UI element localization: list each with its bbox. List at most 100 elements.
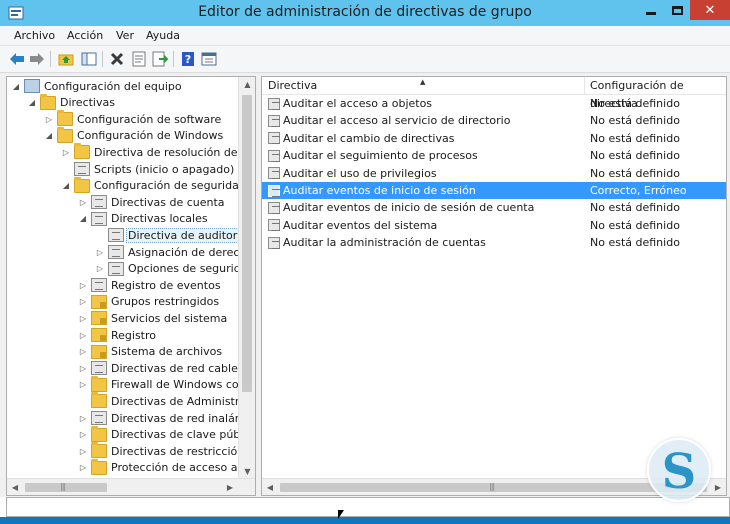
table-row[interactable]: Auditar eventos del sistema No está defin… xyxy=(262,217,726,234)
table-row[interactable]: Auditar el cambio de directivas No está d… xyxy=(262,130,726,147)
tree-item[interactable]: ▷ Directiva de resolución de no xyxy=(61,143,255,160)
expand-icon[interactable]: ▷ xyxy=(78,331,88,340)
tree-item[interactable]: ▷ Registro xyxy=(78,327,158,343)
table-row[interactable]: Auditar eventos de inicio de sesión Corre… xyxy=(262,182,726,199)
back-button[interactable] xyxy=(8,50,26,68)
scroll-right-icon[interactable]: ▶ xyxy=(222,479,238,495)
collapse-icon[interactable]: ◢ xyxy=(61,181,71,190)
tree-item[interactable]: ◢ Configuración de seguridad xyxy=(61,176,248,194)
tree-item[interactable]: ▷ Configuración de software xyxy=(44,110,223,127)
tree-item-label: Sistema de archivos xyxy=(111,345,223,359)
tree-item[interactable]: ▷ Asignación de derech xyxy=(95,244,248,260)
menu-ver[interactable]: Ver xyxy=(116,29,134,42)
site-logo: S xyxy=(647,438,711,502)
tree-item[interactable]: ◢ Directivas xyxy=(27,93,117,111)
expand-icon[interactable]: ▷ xyxy=(44,115,54,124)
tree-item[interactable]: ▷ Opciones de segurida xyxy=(95,261,249,277)
scroll-grip-icon: ||| xyxy=(60,482,66,491)
policy-name: Auditar el uso de privilegios xyxy=(283,166,437,180)
tree-item[interactable]: ▷ Directivas de restricción d xyxy=(78,442,255,459)
expand-icon[interactable]: ▷ xyxy=(95,248,105,257)
policy-name: Auditar eventos del sistema xyxy=(283,218,438,232)
tree-item[interactable]: ▷ Directivas de clave públic xyxy=(78,425,254,443)
expand-icon[interactable]: ▷ xyxy=(78,198,88,207)
menu-ayuda[interactable]: Ayuda xyxy=(146,29,180,42)
minimize-button[interactable] xyxy=(638,0,664,20)
tree-item[interactable]: ▷ Protección de acceso a re xyxy=(78,458,254,476)
tree-horizontal-scrollbar[interactable]: ◀ ||| ▶ xyxy=(7,478,255,495)
policy-icon xyxy=(91,278,107,293)
up-folder-button[interactable] xyxy=(57,50,75,68)
scroll-thumb[interactable] xyxy=(25,483,107,492)
tree-item[interactable]: ▷ Directivas de cuenta xyxy=(78,194,227,210)
tree-item[interactable]: ▷ Directivas de red inalámb xyxy=(78,410,255,426)
table-row[interactable]: Auditar eventos de inicio de sesión de c… xyxy=(262,199,726,216)
view-icon xyxy=(201,52,217,66)
maximize-button[interactable] xyxy=(664,0,690,20)
tree-item[interactable]: Directivas de Administrad xyxy=(78,392,255,409)
tree-item[interactable]: ▷ Firewall de Windows con xyxy=(78,375,248,393)
collapse-icon[interactable]: ◢ xyxy=(44,131,54,140)
expand-icon[interactable]: ▷ xyxy=(61,148,71,157)
scroll-left-icon[interactable]: ◀ xyxy=(7,479,23,495)
tree-item-label: Directiva de resolución de no xyxy=(94,145,255,159)
policy-setting-icon xyxy=(268,132,280,145)
scroll-left-icon[interactable]: ◀ xyxy=(262,479,278,495)
close-button[interactable]: ✕ xyxy=(690,0,730,20)
tree-item[interactable]: ▷ Grupos restringidos xyxy=(78,294,221,310)
menu-accion[interactable]: Acción xyxy=(67,29,103,42)
details-pane: Directiva ▲ Configuración de directiva A… xyxy=(261,76,727,496)
show-hide-tree-button[interactable] xyxy=(80,50,98,68)
scroll-up-icon[interactable]: ▲ xyxy=(239,77,255,93)
expand-icon[interactable]: ▷ xyxy=(78,414,88,423)
tree-item[interactable]: Scripts (inicio o apagado) xyxy=(61,161,236,177)
tree-item[interactable]: ◢ Configuración del equipo xyxy=(11,78,184,94)
table-row[interactable]: Auditar el acceso al servicio de directo… xyxy=(262,112,726,129)
export-list-button[interactable] xyxy=(151,50,169,68)
tree-item[interactable]: ▷ Servicios del sistema xyxy=(78,310,229,326)
expand-icon[interactable]: ▷ xyxy=(95,264,105,273)
policy-setting-value: No está definido xyxy=(590,201,680,215)
table-row[interactable]: Auditar el acceso a objetos No está defin… xyxy=(262,95,726,112)
policy-setting-value: No está definido xyxy=(590,218,680,232)
table-row[interactable]: Auditar la administración de cuentas No e… xyxy=(262,234,726,251)
delete-button[interactable] xyxy=(108,50,126,68)
policy-setting-icon xyxy=(268,114,280,127)
scroll-right-icon[interactable]: ▶ xyxy=(710,479,726,495)
tree-item[interactable]: Directiva de auditoría xyxy=(95,227,250,243)
toolbar-separator xyxy=(102,51,103,67)
expand-icon[interactable]: ▷ xyxy=(78,430,88,439)
tree-vertical-scrollbar[interactable]: ▲ ▼ xyxy=(238,77,255,480)
collapse-icon[interactable]: ◢ xyxy=(78,214,88,223)
tree-item[interactable]: ◢ Configuración de Windows xyxy=(44,126,225,144)
tree-item[interactable]: ▷ Directivas de red cableada xyxy=(78,360,255,376)
view-button[interactable] xyxy=(200,50,218,68)
tree-item-label: Firewall de Windows con xyxy=(111,378,246,392)
folder-icon xyxy=(57,126,73,143)
table-row[interactable]: Auditar el seguimiento de procesos No est… xyxy=(262,147,726,164)
expand-icon[interactable]: ▷ xyxy=(78,297,88,306)
expand-icon[interactable]: ▷ xyxy=(78,463,88,472)
tree-item[interactable]: ◢ Directivas locales xyxy=(78,211,210,227)
expand-icon[interactable]: ▷ xyxy=(78,281,88,290)
tree-item[interactable]: ▷ Sistema de archivos xyxy=(78,344,224,360)
toolbar-separator xyxy=(173,51,174,67)
policy-name: Auditar el cambio de directivas xyxy=(283,131,455,145)
tree-item[interactable]: ▷ Registro de eventos xyxy=(78,277,223,293)
properties-button[interactable] xyxy=(130,50,148,68)
collapse-icon[interactable]: ◢ xyxy=(11,82,21,91)
expand-icon[interactable]: ▷ xyxy=(78,447,88,456)
up-folder-icon xyxy=(58,54,74,66)
table-row[interactable]: Auditar el uso de privilegios No está def… xyxy=(262,165,726,182)
scroll-thumb[interactable] xyxy=(242,95,252,392)
tree-item-label: Asignación de derech xyxy=(128,245,247,259)
expand-icon[interactable]: ▷ xyxy=(78,314,88,323)
menu-archivo[interactable]: Archivo xyxy=(14,29,55,42)
forward-button[interactable] xyxy=(28,50,46,68)
expand-icon[interactable]: ▷ xyxy=(78,364,88,373)
collapse-icon[interactable]: ◢ xyxy=(27,98,37,107)
help-button[interactable]: ? xyxy=(179,50,197,68)
expand-icon[interactable]: ▷ xyxy=(78,380,88,389)
expand-icon[interactable]: ▷ xyxy=(78,347,88,356)
column-header-configuracion[interactable]: Configuración de directiva xyxy=(584,77,726,110)
